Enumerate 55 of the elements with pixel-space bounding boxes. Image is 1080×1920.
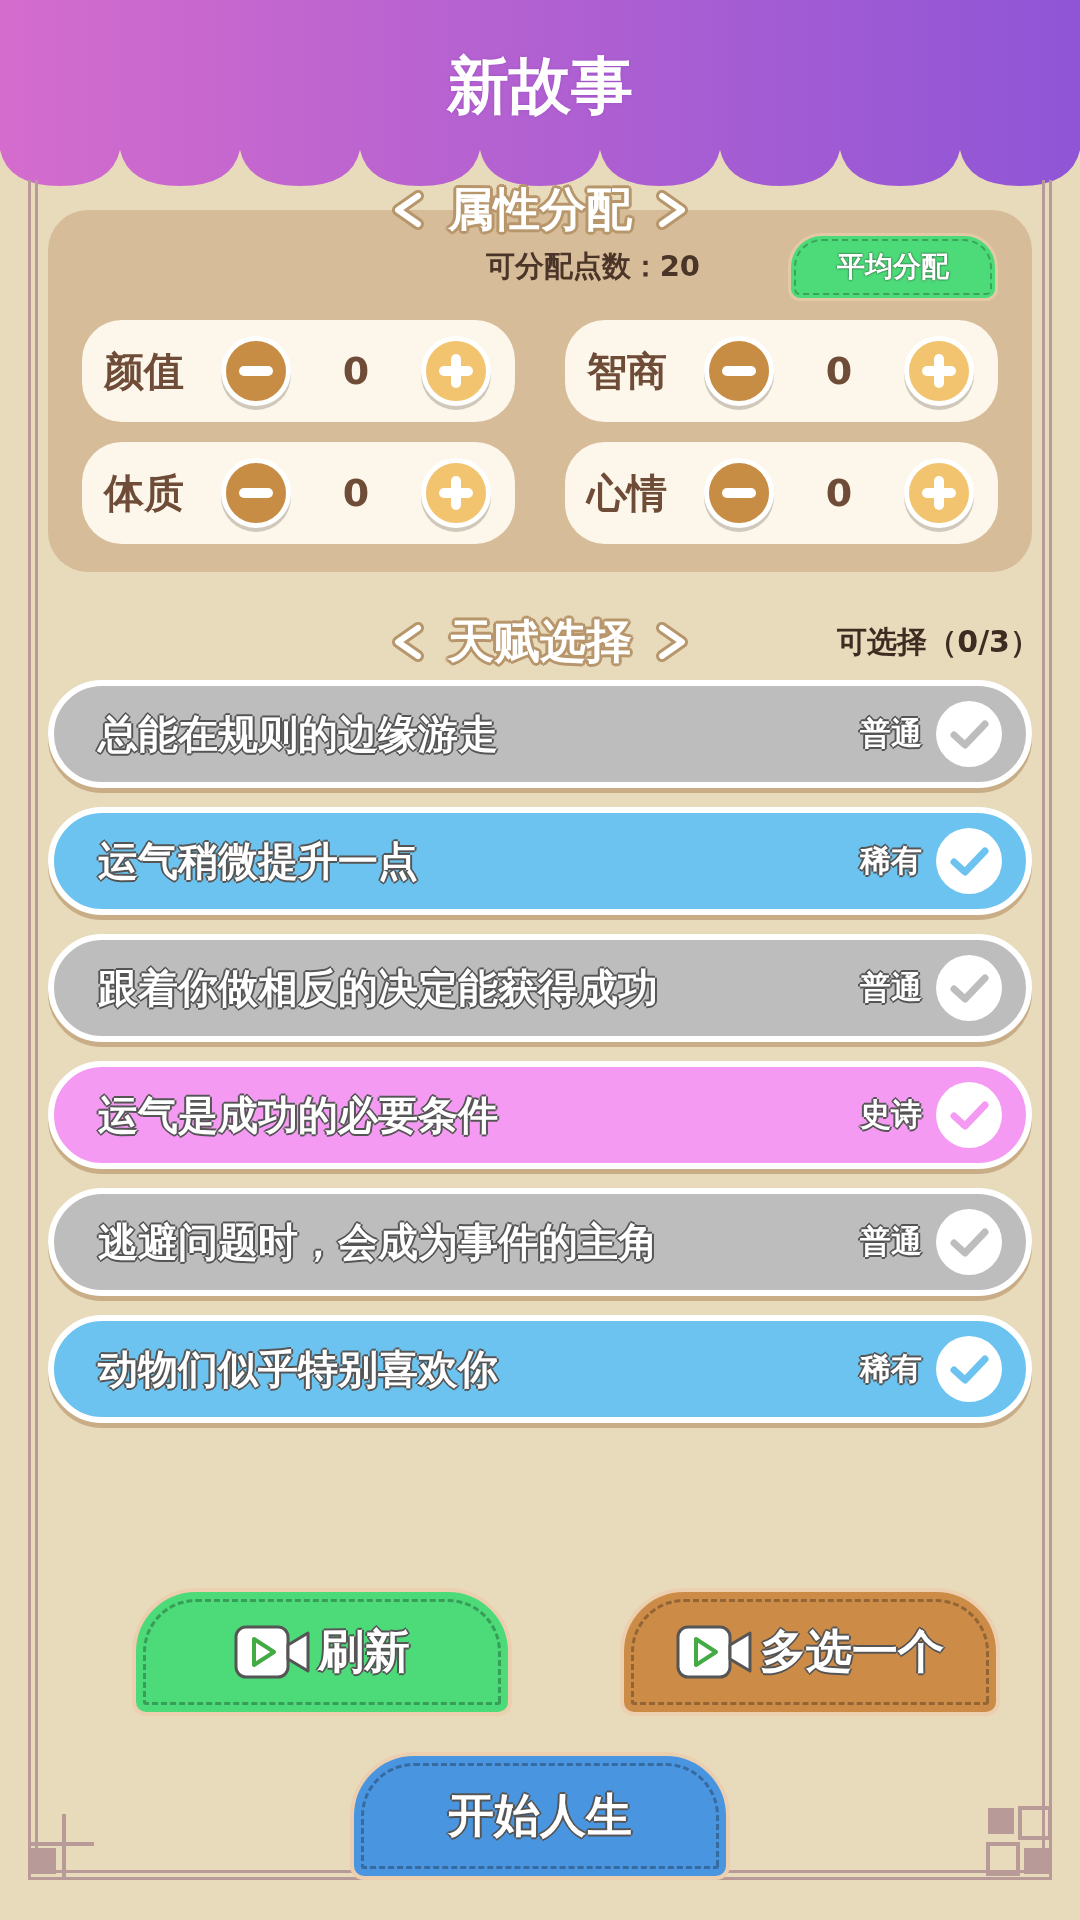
check-icon[interactable] <box>934 826 1004 896</box>
attribute-value: 0 <box>341 471 371 515</box>
plus-button[interactable] <box>421 336 491 406</box>
minus-button[interactable] <box>704 336 774 406</box>
check-icon[interactable] <box>934 1334 1004 1404</box>
section-title: 天赋选择 <box>448 613 632 670</box>
rarity-label: 史诗 <box>860 1095 922 1134</box>
minus-icon <box>722 366 756 376</box>
action-button[interactable]: 刷新 <box>132 1588 512 1716</box>
rarity-label: 稀有 <box>860 841 922 880</box>
talent-text: 动物们似乎特别喜欢你 <box>98 1344 499 1394</box>
minus-icon <box>722 488 756 498</box>
check-icon[interactable] <box>934 699 1004 769</box>
minus-icon <box>239 488 273 498</box>
plus-icon <box>439 476 473 510</box>
attribute-value: 0 <box>824 471 854 515</box>
rarity-label: 普通 <box>860 968 922 1007</box>
attribute-value: 0 <box>341 349 371 393</box>
screen-title: 新故事 <box>447 48 633 124</box>
chevron-right-icon[interactable] <box>654 622 690 662</box>
start-button[interactable]: 开始人生 <box>350 1752 730 1880</box>
section-title: 属性分配 <box>448 181 632 238</box>
attribute-label: 体质 <box>104 468 184 518</box>
minus-button[interactable] <box>704 458 774 528</box>
plus-button[interactable] <box>421 458 491 528</box>
plus-icon <box>922 354 956 388</box>
attribute-label: 智商 <box>587 346 667 396</box>
points-label: 可分配点数：20 <box>485 248 700 285</box>
chevron-left-icon[interactable] <box>390 622 426 662</box>
plus-icon <box>922 476 956 510</box>
attribute-label: 心情 <box>587 468 667 518</box>
talent-text: 跟着你做相反的决定能获得成功 <box>98 963 659 1013</box>
plus-button[interactable] <box>904 336 974 406</box>
minus-icon <box>239 366 273 376</box>
rarity-label: 稀有 <box>860 1349 922 1388</box>
selection-count: 可选择（0/3） <box>837 622 1040 661</box>
attribute-label: 颜值 <box>104 346 184 396</box>
rarity-label: 普通 <box>860 714 922 753</box>
talent-text: 逃避问题时，会成为事件的主角 <box>98 1217 659 1267</box>
check-icon[interactable] <box>934 953 1004 1023</box>
video-camera-icon <box>676 1625 752 1679</box>
action-button[interactable]: 多选一个 <box>620 1588 1000 1716</box>
rarity-label: 普通 <box>860 1222 922 1261</box>
plus-icon <box>439 354 473 388</box>
video-camera-icon <box>234 1625 310 1679</box>
attribute-value: 0 <box>824 349 854 393</box>
talent-text: 总能在规则的边缘游走 <box>98 709 499 759</box>
plus-button[interactable] <box>904 458 974 528</box>
average-button[interactable]: 平均分配 <box>788 233 998 301</box>
chevron-right-icon[interactable] <box>654 190 690 230</box>
check-icon[interactable] <box>934 1207 1004 1277</box>
chevron-left-icon[interactable] <box>390 190 426 230</box>
talent-text: 运气稍微提升一点 <box>98 836 419 886</box>
check-icon[interactable] <box>934 1080 1004 1150</box>
talent-text: 运气是成功的必要条件 <box>98 1090 499 1140</box>
